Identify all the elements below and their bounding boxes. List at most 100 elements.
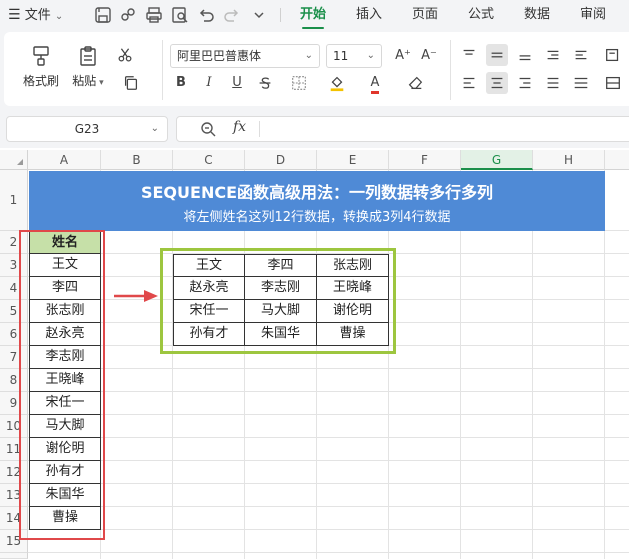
more-chevron-icon[interactable] bbox=[249, 5, 269, 25]
align-bottom-icon[interactable] bbox=[514, 44, 536, 66]
result-cell[interactable]: 宋任一 bbox=[173, 300, 245, 323]
align-middle-icon[interactable] bbox=[486, 44, 508, 66]
paste-chevron-icon: ▾ bbox=[96, 78, 104, 88]
copy-icon bbox=[124, 76, 138, 90]
align-center-icon[interactable] bbox=[486, 72, 508, 94]
gridline bbox=[28, 529, 629, 530]
column-header-h[interactable]: H bbox=[533, 150, 605, 170]
file-menu-label: 文件 bbox=[24, 8, 51, 23]
gridline bbox=[28, 437, 629, 438]
column-header-blank[interactable] bbox=[605, 150, 629, 170]
justify-icon[interactable] bbox=[542, 72, 564, 94]
share-icon[interactable] bbox=[118, 5, 138, 25]
formula-divider bbox=[259, 121, 260, 137]
gridline bbox=[28, 414, 629, 415]
copy-button[interactable] bbox=[114, 72, 148, 94]
paste-button[interactable]: 粘贴 ▾ bbox=[68, 38, 108, 98]
chevron-down-icon: ⌄ bbox=[304, 50, 313, 61]
row-header-1[interactable]: 1 bbox=[0, 170, 28, 231]
underline-button[interactable]: U bbox=[226, 72, 248, 94]
shrink-font-button[interactable]: A⁻ bbox=[418, 45, 440, 67]
formula-input[interactable]: fx bbox=[176, 116, 629, 142]
paste-icon bbox=[76, 44, 100, 68]
ribbon-divider bbox=[162, 40, 163, 100]
print-preview-icon[interactable] bbox=[170, 5, 190, 25]
align-right-icon[interactable] bbox=[514, 72, 536, 94]
result-cell[interactable]: 张志刚 bbox=[317, 254, 389, 277]
result-cell[interactable]: 孙有才 bbox=[173, 323, 245, 346]
align-top-icon[interactable] bbox=[458, 44, 480, 66]
clear-format-icon[interactable] bbox=[404, 72, 426, 94]
result-cell[interactable]: 谢伦明 bbox=[317, 300, 389, 323]
name-box-value: G23 bbox=[74, 122, 100, 136]
arrow-right-icon bbox=[112, 289, 160, 303]
select-all-corner[interactable] bbox=[0, 150, 28, 170]
hamburger-icon: ☰ bbox=[8, 7, 21, 23]
gridline bbox=[28, 460, 629, 461]
column-header-e[interactable]: E bbox=[317, 150, 389, 170]
grow-font-button[interactable]: A⁺ bbox=[392, 45, 414, 67]
undo-icon[interactable] bbox=[196, 5, 216, 25]
tab-home[interactable]: 开始 bbox=[300, 0, 326, 30]
gridline bbox=[28, 368, 629, 369]
title-banner[interactable]: SEQUENCE函数高级用法：一列数据转多行多列 将左侧姓名这列12行数据，转换… bbox=[29, 171, 605, 231]
redo-icon[interactable] bbox=[222, 5, 242, 25]
font-color-letter: A bbox=[370, 75, 380, 94]
fx-icon[interactable]: fx bbox=[233, 119, 246, 135]
font-size-select[interactable]: 11 ⌄ bbox=[326, 44, 382, 68]
italic-button[interactable]: I bbox=[198, 72, 220, 94]
zoom-icon[interactable] bbox=[199, 120, 217, 138]
strikethrough-icon[interactable] bbox=[254, 72, 276, 94]
column-header-a[interactable]: A bbox=[28, 150, 101, 170]
result-cell[interactable]: 王文 bbox=[173, 254, 245, 277]
bold-button[interactable]: B bbox=[170, 72, 192, 94]
gridline bbox=[28, 391, 629, 392]
merge-cells-icon[interactable] bbox=[602, 72, 624, 94]
gridline bbox=[28, 506, 629, 507]
chevron-down-icon: ⌄ bbox=[366, 50, 375, 61]
column-header-d[interactable]: D bbox=[245, 150, 317, 170]
gridline bbox=[28, 552, 629, 553]
font-name-value: 阿里巴巴普惠体 bbox=[177, 49, 262, 63]
increase-indent-icon[interactable] bbox=[570, 44, 592, 66]
banner-title: SEQUENCE函数高级用法：一列数据转多行多列 bbox=[140, 183, 494, 202]
result-cell[interactable]: 王晓峰 bbox=[317, 277, 389, 300]
font-name-select[interactable]: 阿里巴巴普惠体 ⌄ bbox=[170, 44, 320, 68]
tab-formulas[interactable]: 公式 bbox=[468, 0, 494, 30]
menu-divider bbox=[280, 8, 281, 22]
format-painter-icon bbox=[29, 44, 53, 68]
wrap-text-icon[interactable] bbox=[602, 44, 624, 66]
column-header-b[interactable]: B bbox=[101, 150, 173, 170]
align-left-icon[interactable] bbox=[458, 72, 480, 94]
fill-color-icon[interactable] bbox=[326, 72, 348, 94]
column-header-f[interactable]: F bbox=[389, 150, 461, 170]
chevron-down-icon: ⌄ bbox=[54, 11, 64, 22]
banner-subtitle: 将左侧姓名这列12行数据，转换成3列4行数据 bbox=[183, 210, 451, 225]
column-header-c[interactable]: C bbox=[173, 150, 245, 170]
format-painter-button[interactable]: 格式刷 bbox=[18, 38, 64, 98]
paste-label: 粘贴 bbox=[72, 74, 97, 88]
cut-icon[interactable] bbox=[114, 44, 136, 66]
tab-page[interactable]: 页面 bbox=[412, 0, 438, 30]
result-cell[interactable]: 赵永亮 bbox=[173, 277, 245, 300]
column-header-g[interactable]: G bbox=[461, 150, 533, 170]
tab-data[interactable]: 数据 bbox=[524, 0, 550, 30]
tab-insert[interactable]: 插入 bbox=[356, 0, 382, 30]
ribbon-divider bbox=[450, 40, 451, 100]
font-size-value: 11 bbox=[333, 49, 349, 63]
decrease-indent-icon[interactable] bbox=[542, 44, 564, 66]
print-icon[interactable] bbox=[144, 5, 164, 25]
name-box[interactable]: G23 ⌄ bbox=[6, 116, 168, 142]
file-menu[interactable]: ☰ 文件 ⌄ bbox=[8, 0, 63, 30]
gridline bbox=[28, 483, 629, 484]
result-cell[interactable]: 马大脚 bbox=[245, 300, 317, 323]
save-icon[interactable] bbox=[93, 5, 113, 25]
result-cell[interactable]: 曹操 bbox=[317, 323, 389, 346]
result-cell[interactable]: 李四 bbox=[245, 254, 317, 277]
result-cell[interactable]: 朱国华 bbox=[245, 323, 317, 346]
result-cell[interactable]: 李志刚 bbox=[245, 277, 317, 300]
distributed-align-icon[interactable] bbox=[570, 72, 592, 94]
tab-review[interactable]: 审阅 bbox=[580, 0, 606, 30]
border-icon[interactable] bbox=[288, 72, 310, 94]
font-color-button[interactable]: A bbox=[364, 72, 386, 94]
